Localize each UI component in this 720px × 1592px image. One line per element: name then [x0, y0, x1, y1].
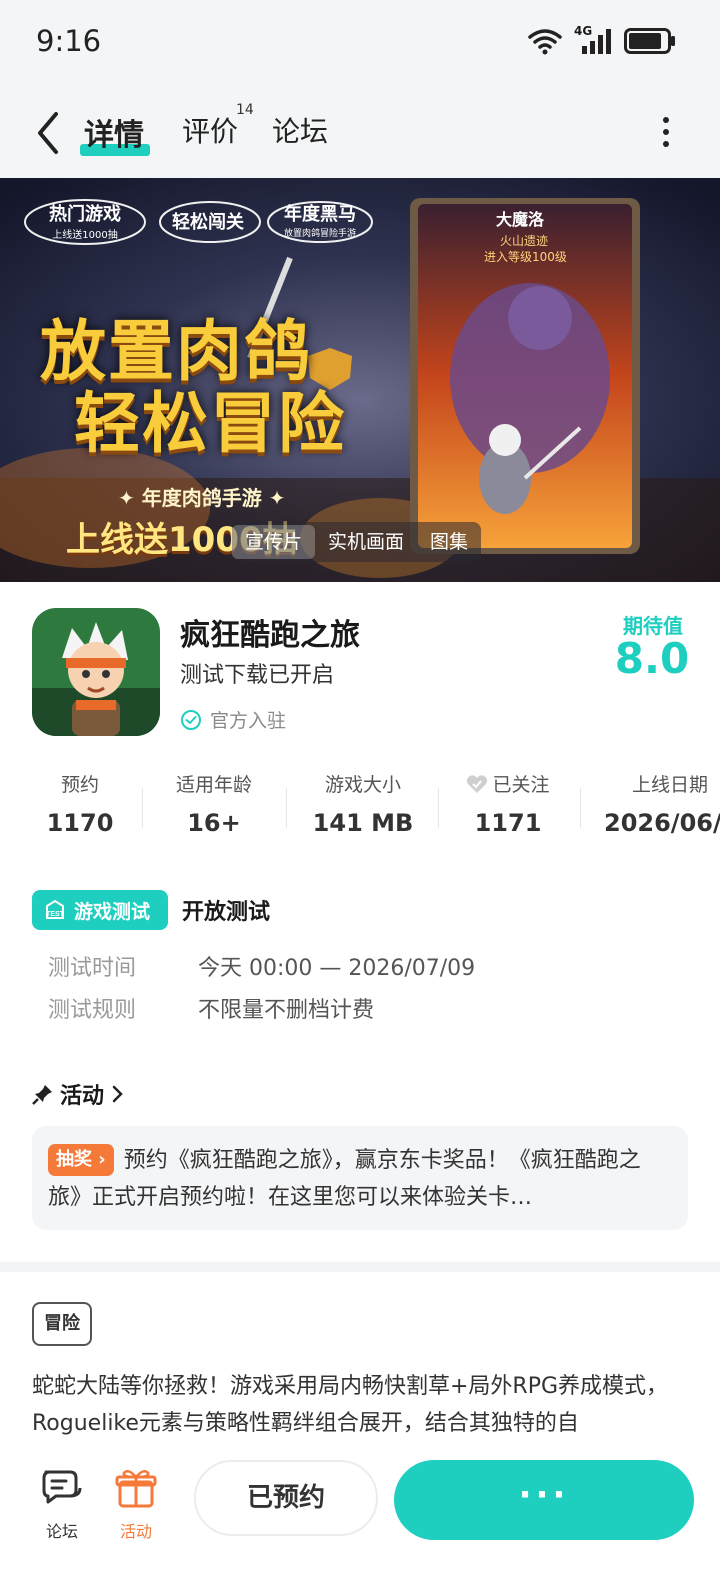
stat-following[interactable]: 已关注 1171	[456, 770, 560, 837]
status-icons: 4G	[528, 24, 676, 56]
card-subtitle-1: 火山遗迹	[500, 234, 549, 248]
banner-badge-3: 年度黑马 放置肉鸽冒险手游	[283, 204, 356, 239]
test-time-row: 测试时间 今天 00:00 — 2026/07/09	[48, 956, 476, 981]
lottery-tag: 抽奖 ›	[48, 1144, 114, 1176]
media-tab-group: 宣传片 实机画面 图集	[232, 522, 482, 562]
bottom-nav-activity[interactable]: 活动	[106, 1468, 166, 1542]
expect-value: 8.0	[614, 634, 690, 683]
app-name: 疯狂酷跑之旅	[180, 618, 360, 653]
reviews-count-badge: 14	[236, 102, 254, 118]
banner-badge-1: 热门游戏 上线送1000抽	[49, 204, 121, 241]
gift-icon	[115, 1469, 157, 1508]
forum-chat-icon	[42, 1470, 82, 1504]
genre-tag[interactable]: 冒险	[32, 1302, 92, 1346]
svg-text:TEST: TEST	[46, 911, 65, 918]
stat-divider	[580, 788, 581, 828]
stat-divider	[438, 788, 439, 828]
bottom-action-bar: 论坛 活动 已预约 ···	[0, 1440, 720, 1592]
network-type: 4G	[574, 24, 612, 56]
stat-divider	[286, 788, 287, 828]
official-label: 官方入驻	[180, 706, 286, 733]
test-title: 开放测试	[182, 900, 271, 925]
pin-icon	[32, 1085, 52, 1105]
heart-check-icon	[467, 774, 488, 793]
banner-slogan: ✦ 年度肉鸽手游 ✦	[118, 486, 286, 510]
status-time: 9:16	[36, 24, 102, 58]
banner-badge-2: 轻松闯关	[172, 212, 244, 233]
back-arrow-icon[interactable]	[30, 108, 70, 158]
stat-launch-date: 上线日期 2026/06/	[604, 774, 720, 837]
tab-details[interactable]: 详情	[84, 110, 144, 154]
verified-check-icon	[181, 709, 201, 730]
section-divider	[0, 1262, 720, 1272]
app-subtitle: 测试下载已开启	[180, 663, 335, 688]
game-test-badge: TEST 游戏测试	[32, 890, 168, 930]
more-actions-button[interactable]: ···	[394, 1460, 694, 1540]
status-bar: 9:16 4G	[0, 0, 720, 88]
stat-reservations: 预约 1170	[46, 774, 114, 837]
bottom-nav-forum[interactable]: 论坛	[32, 1468, 92, 1542]
wifi-icon	[528, 29, 562, 55]
app-icon	[32, 608, 160, 736]
reserved-button[interactable]: 已预约	[194, 1460, 378, 1536]
tab-reviews[interactable]: 评价	[182, 110, 238, 150]
stat-age-rating: 适用年龄 16+	[175, 774, 252, 837]
banner-headline-2: 轻松冒险	[74, 385, 346, 462]
stat-divider	[142, 788, 143, 828]
media-tab-trailer[interactable]: 宣传片	[232, 525, 316, 559]
media-tab-gameplay[interactable]: 实机画面	[315, 525, 417, 559]
battery-icon	[624, 28, 675, 54]
game-description: 蛇蛇大陆等你拯救！游戏采用局内畅快割草+局外RPG养成模式，Roguelike元…	[32, 1374, 669, 1436]
tab-forum[interactable]: 论坛	[272, 110, 328, 150]
stats-row: 预约 1170 适用年龄 16+ 游戏大小 141 MB 已关注 1171 上线…	[0, 770, 720, 840]
card-title: 大魔洛	[496, 210, 545, 229]
top-nav: 详情 评价 14 论坛	[0, 88, 720, 178]
test-icon: TEST	[46, 899, 65, 919]
more-options-icon[interactable]	[660, 114, 672, 150]
activity-header[interactable]: 活动	[32, 1078, 126, 1110]
test-rule-row: 测试规则 不限量不删档计费	[48, 998, 375, 1023]
card-subtitle-2: 进入等级100级	[484, 250, 567, 264]
chevron-right-icon	[112, 1085, 123, 1103]
activity-text: 预约《疯狂酷跑之旅》，赢京东卡奖品！《疯狂酷跑之旅》正式开启预约啦！在这里您可以…	[48, 1148, 641, 1210]
media-tab-gallery[interactable]: 图集	[417, 525, 481, 559]
stat-size: 游戏大小 141 MB	[312, 774, 414, 837]
activity-card[interactable]: 抽奖 › 预约《疯狂酷跑之旅》，赢京东卡奖品！《疯狂酷跑之旅》正式开启预约啦！在这…	[32, 1126, 688, 1230]
signal-icon	[582, 29, 611, 54]
